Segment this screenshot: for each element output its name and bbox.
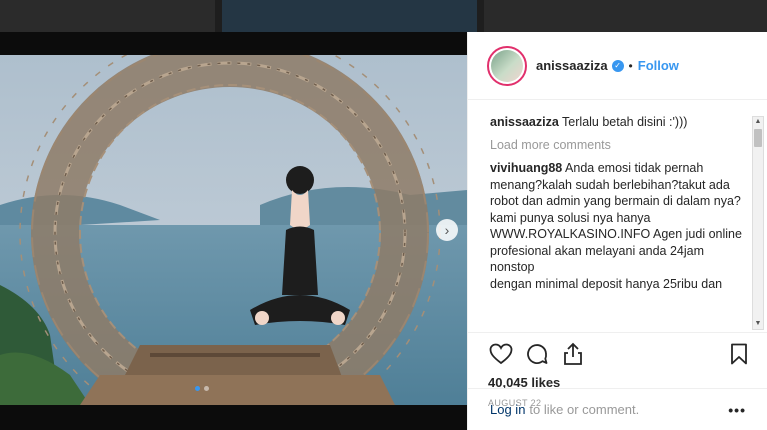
scroll-down-icon[interactable]: ▼ bbox=[753, 319, 763, 329]
comment-icon[interactable] bbox=[524, 341, 550, 367]
comments-list: anissaaziza Terlalu betah disini :'))) L… bbox=[490, 114, 748, 330]
thumbnail bbox=[222, 0, 477, 32]
carousel-dot bbox=[204, 386, 209, 391]
follow-button[interactable]: Follow bbox=[638, 58, 679, 73]
login-link[interactable]: Log in bbox=[490, 402, 525, 417]
caption: anissaaziza Terlalu betah disini :'))) bbox=[490, 114, 748, 131]
comment-text: dengan minimal deposit hanya 25ribu dan bbox=[490, 276, 723, 291]
post-header: anissaaziza ✓ • Follow bbox=[468, 32, 767, 100]
login-prompt-text: to like or comment. bbox=[529, 402, 640, 417]
chevron-right-icon: › bbox=[444, 222, 450, 238]
thumbnail bbox=[0, 0, 215, 32]
action-icons bbox=[488, 341, 752, 367]
caption-text: Terlalu betah disini :'))) bbox=[562, 115, 688, 129]
scrollbar-thumb[interactable] bbox=[754, 129, 762, 147]
verified-badge-icon: ✓ bbox=[611, 59, 624, 72]
bookmark-icon[interactable] bbox=[726, 341, 752, 367]
share-icon[interactable] bbox=[560, 341, 586, 367]
post-sidebar: anissaaziza ✓ • Follow anissaaziza Terla… bbox=[467, 32, 767, 430]
post-photo bbox=[0, 55, 467, 405]
carousel-indicator bbox=[195, 386, 209, 391]
comment-text: kami punya solusi nya hanya WWW.ROYALKAS… bbox=[490, 210, 742, 275]
comment-username[interactable]: vivihuang88 bbox=[490, 161, 562, 175]
load-more-comments-button[interactable]: Load more comments bbox=[490, 137, 748, 154]
comment: vivihuang88 Anda emosi tidak pernah mena… bbox=[490, 160, 748, 292]
comments-scrollbar[interactable]: ▲ ▼ bbox=[752, 116, 764, 330]
background-thumbnails-strip bbox=[0, 0, 767, 32]
next-slide-button[interactable]: › bbox=[436, 219, 458, 241]
avatar[interactable] bbox=[487, 45, 527, 86]
more-options-icon[interactable]: ••• bbox=[728, 402, 746, 418]
scroll-up-icon[interactable]: ▲ bbox=[753, 117, 763, 127]
thumbnail bbox=[484, 0, 767, 32]
separator: • bbox=[628, 58, 633, 73]
carousel-dot-active bbox=[195, 386, 200, 391]
post-username[interactable]: anissaaziza bbox=[536, 58, 608, 73]
heart-icon[interactable] bbox=[488, 341, 514, 367]
login-prompt: Log in to like or comment. ••• bbox=[468, 388, 767, 430]
caption-username[interactable]: anissaaziza bbox=[490, 115, 559, 129]
